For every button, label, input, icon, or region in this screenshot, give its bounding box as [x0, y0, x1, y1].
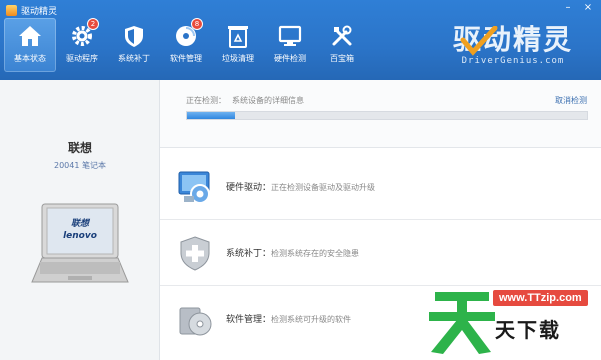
- tab-hardware-check[interactable]: 硬件检测: [264, 18, 316, 72]
- tab-junk-clean[interactable]: 垃圾清理: [212, 18, 264, 72]
- tab-basic-status[interactable]: 基本状态: [4, 18, 56, 72]
- device-model: 20041 笔记本: [54, 161, 106, 170]
- task-title: 硬件驱动：: [226, 183, 272, 193]
- watermark-text: 天下载: [495, 318, 561, 342]
- device-panel: 联想 20041 笔记本 联想 lenovo: [0, 80, 160, 360]
- laptop-screen-brand-cn: 联想: [71, 218, 91, 229]
- task-text: 硬件驱动：正在检测设备驱动及驱动升级: [226, 180, 375, 193]
- task-text: 系统补丁：检测系统存在的安全隐患: [226, 246, 359, 259]
- task-desc: 正在检测设备驱动及驱动升级: [271, 183, 376, 192]
- monitor-icon: [276, 22, 304, 50]
- driver-count-badge: 2: [87, 18, 99, 30]
- software-count-badge: 8: [191, 18, 203, 30]
- tab-label: 基本状态: [14, 54, 46, 63]
- tab-label: 系统补丁: [118, 54, 150, 63]
- laptop-image: 联想 lenovo: [30, 202, 130, 290]
- recycle-icon: [224, 22, 252, 50]
- tab-software-manage[interactable]: 软件管理 8: [160, 18, 212, 72]
- tab-label: 百宝箱: [330, 54, 354, 63]
- tab-driver[interactable]: 驱动程序 2: [56, 18, 108, 72]
- title-toolbar: 驱动精灵 – × 基本状态 驱动程序 2 系统补丁 软件管理 8 垃圾清理 硬件…: [0, 0, 601, 80]
- site-watermark: www.TTzip.com 天下载: [421, 280, 601, 360]
- task-title: 系统补丁：: [226, 249, 272, 259]
- scan-progress-area: 正在检测： 系统设备的详细信息 取消检测: [160, 80, 601, 148]
- app-title-text: 驱动精灵: [21, 6, 58, 17]
- task-desc: 检测系统可升级的软件: [271, 315, 352, 324]
- brand-logo: 驱动精灵 DriverGenius.com: [443, 24, 583, 70]
- scan-status-detail: 系统设备的详细信息: [232, 96, 304, 105]
- task-row-hardware-driver: 硬件驱动：正在检测设备驱动及驱动升级: [160, 154, 601, 220]
- scan-status: 正在检测： 系统设备的详细信息: [186, 95, 304, 106]
- hardware-driver-icon: [176, 168, 214, 206]
- laptop-screen-brand-en: lenovo: [63, 231, 97, 241]
- scan-status-label: 正在检测：: [186, 96, 226, 105]
- tab-label: 驱动程序: [66, 54, 98, 63]
- shield-plus-icon: [176, 234, 214, 272]
- window-controls: – ×: [559, 0, 597, 14]
- close-button[interactable]: ×: [579, 0, 597, 14]
- scan-progress-fill: [187, 112, 235, 119]
- brand-en: DriverGenius.com: [461, 56, 565, 66]
- shield-icon: [120, 22, 148, 50]
- task-row-system-patch: 系统补丁：检测系统存在的安全隐患: [160, 220, 601, 286]
- tab-system-patch[interactable]: 系统补丁: [108, 18, 160, 72]
- tab-label: 软件管理: [170, 54, 202, 63]
- task-desc: 检测系统存在的安全隐患: [271, 249, 360, 258]
- watermark-logo-icon: [429, 292, 495, 354]
- software-disc-icon: [176, 300, 214, 338]
- minimize-button[interactable]: –: [559, 0, 577, 14]
- scan-progress-bar: [186, 111, 588, 120]
- tab-label: 硬件检测: [274, 54, 306, 63]
- home-icon: [16, 22, 44, 50]
- main-toolbar: 基本状态 驱动程序 2 系统补丁 软件管理 8 垃圾清理 硬件检测 百宝箱: [4, 18, 368, 72]
- watermark-url: www.TTzip.com: [493, 290, 588, 306]
- task-text: 软件管理：检测系统可升级的软件: [226, 312, 351, 325]
- brand-check-icon: [460, 26, 498, 56]
- app-logo-icon: [6, 4, 17, 16]
- tools-icon: [328, 22, 356, 50]
- cancel-scan-link[interactable]: 取消检测: [555, 95, 587, 106]
- tab-label: 垃圾清理: [222, 54, 254, 63]
- task-title: 软件管理：: [226, 315, 272, 325]
- device-name: 联想: [67, 141, 92, 155]
- app-title: 驱动精灵: [6, 2, 57, 18]
- tab-toolbox[interactable]: 百宝箱: [316, 18, 368, 72]
